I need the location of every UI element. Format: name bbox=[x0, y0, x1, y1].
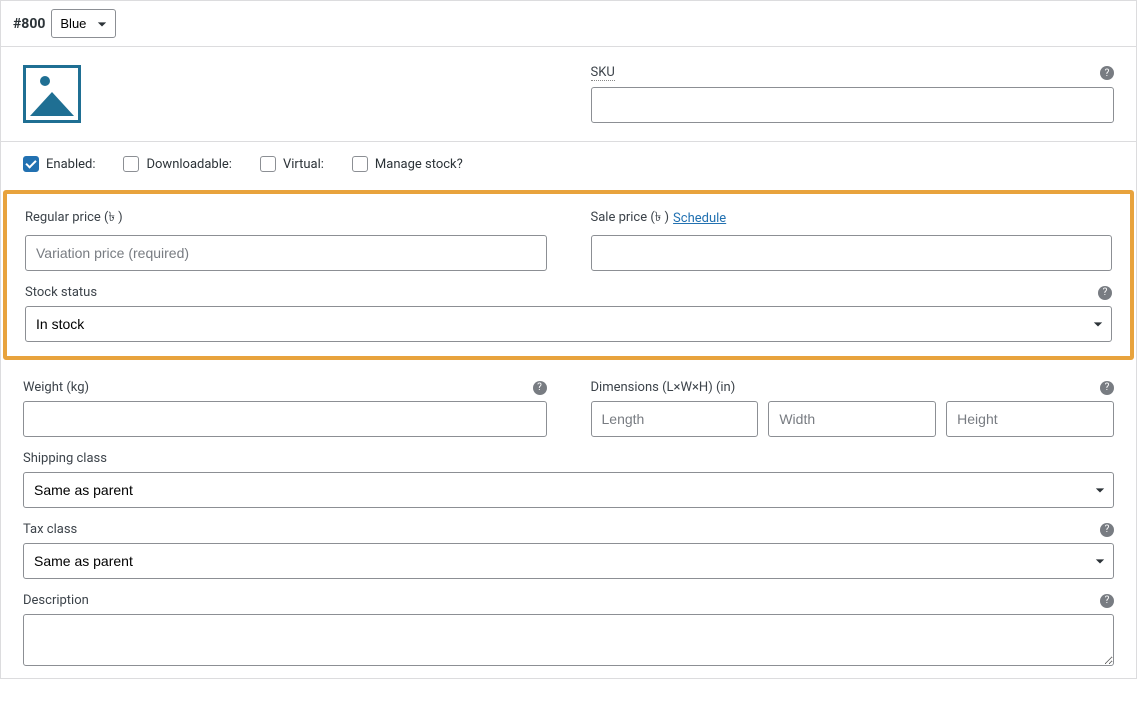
downloadable-checkbox[interactable] bbox=[123, 156, 139, 172]
virtual-label: Virtual: bbox=[283, 157, 324, 172]
sale-price-input[interactable] bbox=[591, 235, 1113, 271]
downloadable-label: Downloadable: bbox=[146, 157, 231, 172]
regular-price-label: Regular price (৳ ) bbox=[25, 208, 123, 229]
manage-stock-label: Manage stock? bbox=[375, 157, 463, 172]
image-icon bbox=[30, 92, 74, 116]
description-label: Description bbox=[23, 593, 89, 608]
weight-label: Weight (kg) bbox=[23, 380, 89, 395]
width-input[interactable] bbox=[768, 401, 936, 437]
help-icon[interactable]: ? bbox=[1100, 594, 1114, 608]
dimensions-label: Dimensions (L×W×H) (in) bbox=[591, 380, 736, 395]
stock-status-select[interactable]: In stock bbox=[25, 306, 1112, 342]
pricing-highlight-box: Regular price (৳ ) Sale price (৳ ) Sched… bbox=[3, 190, 1134, 360]
help-icon[interactable]: ? bbox=[1098, 286, 1112, 300]
manage-stock-checkbox[interactable] bbox=[352, 156, 368, 172]
tax-class-select[interactable]: Same as parent bbox=[23, 543, 1114, 579]
help-icon[interactable]: ? bbox=[1100, 381, 1114, 395]
virtual-checkbox[interactable] bbox=[260, 156, 276, 172]
help-icon[interactable]: ? bbox=[533, 381, 547, 395]
variation-attribute-select[interactable]: Blue bbox=[51, 9, 116, 38]
description-textarea[interactable] bbox=[23, 614, 1114, 666]
help-icon[interactable]: ? bbox=[1100, 66, 1114, 80]
stock-status-label: Stock status bbox=[25, 285, 97, 300]
regular-price-input[interactable] bbox=[25, 235, 547, 271]
variation-header: #800 Blue bbox=[1, 1, 1136, 47]
weight-input[interactable] bbox=[23, 401, 547, 437]
help-icon[interactable]: ? bbox=[1100, 523, 1114, 537]
schedule-link[interactable]: Schedule bbox=[673, 211, 726, 226]
variation-id: #800 bbox=[13, 16, 45, 32]
shipping-class-label: Shipping class bbox=[23, 451, 107, 466]
checkbox-row: Enabled: Downloadable: Virtual: Manage s… bbox=[1, 142, 1136, 184]
enabled-checkbox[interactable] bbox=[23, 156, 39, 172]
sku-label: SKU bbox=[591, 65, 615, 81]
enabled-label: Enabled: bbox=[46, 157, 95, 172]
shipping-class-select[interactable]: Same as parent bbox=[23, 472, 1114, 508]
sale-price-label: Sale price (৳ ) bbox=[591, 208, 670, 229]
tax-class-label: Tax class bbox=[23, 522, 77, 537]
length-input[interactable] bbox=[591, 401, 759, 437]
height-input[interactable] bbox=[946, 401, 1114, 437]
sku-input[interactable] bbox=[591, 87, 1115, 123]
image-icon bbox=[40, 76, 50, 86]
variation-image-placeholder[interactable] bbox=[23, 65, 81, 123]
